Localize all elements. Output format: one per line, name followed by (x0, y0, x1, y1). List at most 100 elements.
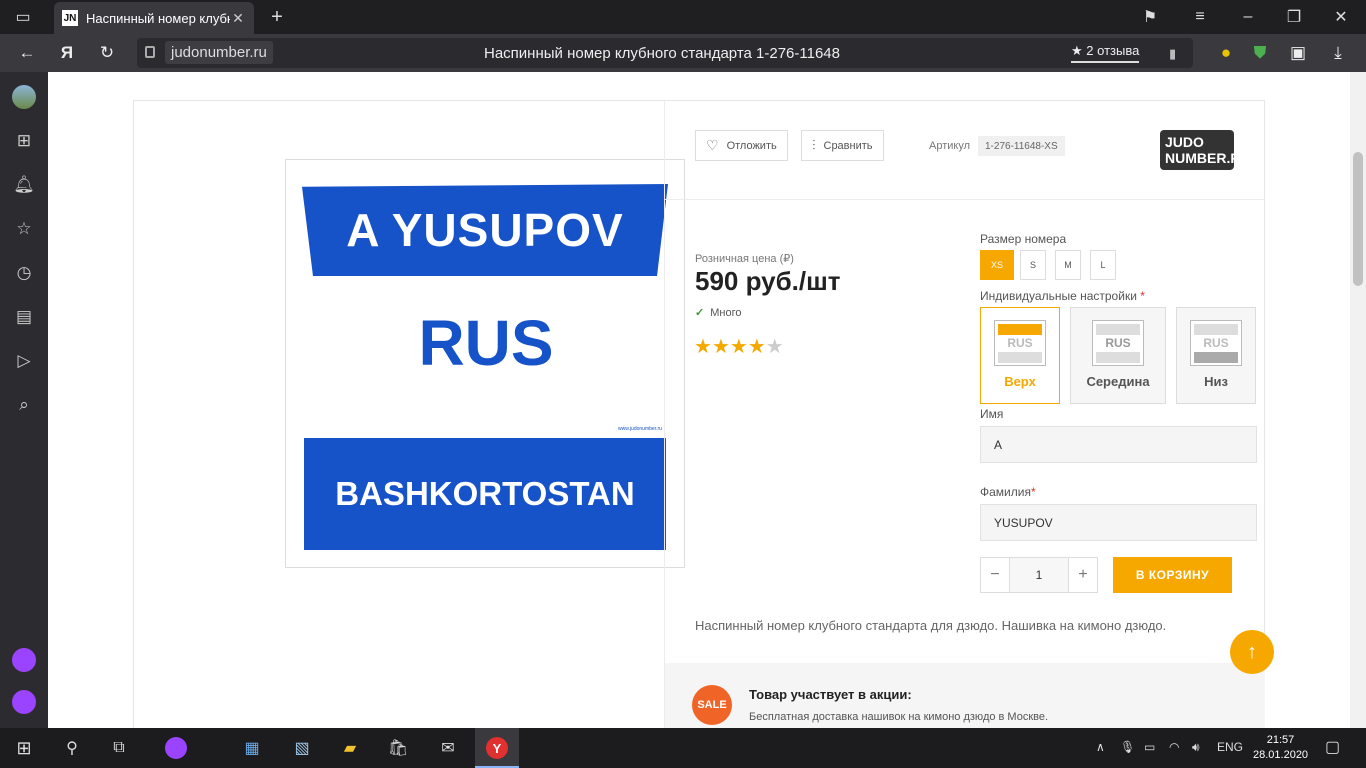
star-icon[interactable]: ★ (712, 336, 730, 358)
yandex-logo[interactable]: Я (56, 42, 78, 64)
profile-avatar[interactable] (12, 85, 36, 109)
price-label: Розничная цена (₽) (695, 253, 794, 265)
wishlist-label: Отложить (726, 139, 777, 152)
last-name-input[interactable]: YUSUPOV (980, 504, 1257, 541)
check-icon: ✓ (695, 307, 705, 319)
video-icon[interactable]: ▷ (12, 349, 36, 373)
stock-status: ✓ Много (695, 306, 741, 319)
quantity-stepper: − 1 + (980, 557, 1098, 593)
position-top-thumb: RUS (994, 320, 1046, 366)
sale-badge: SALE (692, 685, 732, 725)
clock-time: 21:57 (1266, 734, 1295, 746)
battery-icon[interactable]: ▭ (1144, 740, 1155, 754)
size-m-button[interactable]: M (1055, 250, 1081, 280)
wishlist-button[interactable]: ♡ Отложить (695, 130, 788, 161)
yandex-browser-icon[interactable]: Y (485, 736, 509, 760)
mail-icon[interactable]: ✉ (436, 736, 460, 760)
star-icon[interactable]: ★ (748, 336, 766, 358)
compare-button[interactable]: ⫶ Сравнить (801, 130, 884, 161)
alice-assistant-icon[interactable] (12, 690, 36, 714)
menu-icon[interactable]: ≡ (1189, 6, 1211, 28)
volume-icon[interactable]: 🔊︎ (1192, 740, 1200, 755)
notifications-icon[interactable]: 🔔︎ (12, 173, 36, 197)
notification-center-icon[interactable]: ▢ (1325, 737, 1340, 757)
size-xs-button[interactable]: XS (980, 250, 1014, 280)
windows-start-icon[interactable]: ⊞ (12, 736, 36, 760)
chevron-up-icon[interactable]: ∧ (1096, 740, 1105, 754)
size-s-button[interactable]: S (1020, 250, 1046, 280)
alice-taskbar-icon[interactable] (164, 736, 188, 760)
decrease-quantity-button[interactable]: − (981, 558, 1009, 592)
microphone-icon[interactable]: 🎙︎ (1120, 740, 1135, 754)
downloads-panel-icon[interactable]: ▣ (1287, 42, 1309, 64)
protect-icon[interactable]: ⛊ (1249, 42, 1271, 64)
site-logo[interactable]: JUDO NUMBER.RU (1160, 130, 1251, 170)
sku-label: Артикул (929, 140, 971, 152)
position-bottom-option[interactable]: RUS Низ (1176, 307, 1256, 404)
restore-icon[interactable]: ❐ (1283, 6, 1305, 28)
rating-stars[interactable]: ★★★★★ (694, 334, 784, 359)
position-bottom-label: Низ (1204, 374, 1228, 389)
scroll-to-top-button[interactable]: ↑ (1230, 630, 1274, 674)
reload-icon[interactable]: ↻ (96, 42, 118, 64)
history-icon[interactable]: ◷ (12, 261, 36, 285)
star-icon[interactable]: ★ (694, 336, 712, 358)
lock-icon[interactable] (145, 46, 155, 58)
url-domain[interactable]: judonumber.ru (165, 41, 273, 64)
address-bar-row: ← Я ↻ judonumber.ru Наспинный номер клуб… (0, 34, 1366, 72)
browser-sidebar: ⊞ 🔔︎ ☆ ◷ ▤ ▷ ⌕ (0, 72, 48, 728)
minimize-icon[interactable]: – (1237, 6, 1259, 28)
lens-search-icon[interactable]: ⌕ (12, 393, 36, 417)
address-page-title: Наспинный номер клубного стандарта 1-276… (484, 45, 840, 62)
size-label: Размер номера (980, 232, 1067, 246)
last-name-text: Фамилия (980, 485, 1031, 499)
browser-tab[interactable]: JN Наспинный номер клубн ✕ (54, 2, 254, 34)
star-icon[interactable]: ★ (730, 336, 748, 358)
performance-monitor-icon[interactable]: ▧ (290, 736, 314, 760)
quantity-input[interactable]: 1 (1009, 558, 1069, 592)
control-panel-icon[interactable]: ▦ (240, 736, 264, 760)
product-image[interactable]: A YUSUPOV RUS www.judonumber.ru BASHKORT… (285, 159, 685, 568)
plate-top-text: A YUSUPOV (302, 184, 668, 276)
position-middle-label: Середина (1086, 374, 1150, 389)
extension-icon[interactable]: ● (1215, 42, 1237, 64)
add-to-cart-button[interactable]: В КОРЗИНУ (1113, 557, 1232, 593)
search-icon[interactable]: ⚲ (60, 736, 84, 760)
tab-title: Наспинный номер клубн (86, 10, 230, 26)
services-icon[interactable]: ⊞ (12, 129, 36, 153)
back-icon[interactable]: ← (16, 42, 38, 64)
column-divider (664, 101, 665, 728)
size-l-button[interactable]: L (1090, 250, 1116, 280)
position-middle-option[interactable]: RUS Середина (1070, 307, 1166, 404)
position-top-option[interactable]: RUS Верх (980, 307, 1060, 404)
first-name-input[interactable]: А (980, 426, 1257, 463)
store-icon[interactable]: 🛍︎ (386, 736, 410, 760)
star-icon[interactable]: ★ (766, 336, 784, 358)
required-mark: * (1030, 485, 1036, 499)
position-top-label: Верх (1004, 374, 1036, 389)
download-icon[interactable]: ⤓ (1327, 42, 1349, 64)
system-clock[interactable]: 21:57 28.01.2020 (1253, 733, 1308, 763)
collections-icon[interactable]: ⚑ (1139, 6, 1161, 28)
sku-value: 1-276-11648-XS (978, 136, 1065, 156)
reviews-link[interactable]: ★ 2 отзыва (1071, 43, 1140, 63)
page-scrollbar[interactable] (1350, 72, 1366, 728)
tab-bar: ▭ JN Наспинный номер клубн ✕ + ⚑ ≡ – ❐ ✕ (0, 0, 1366, 34)
wifi-icon[interactable]: ◠ (1169, 740, 1179, 754)
plate-url-text: www.judonumber.ru (618, 426, 662, 432)
address-field[interactable]: judonumber.ru Наспинный номер клубного с… (137, 38, 1193, 68)
tab-list-icon[interactable]: ▭ (12, 6, 34, 28)
language-indicator[interactable]: ENG (1217, 740, 1243, 754)
task-view-icon[interactable]: ⧉ (107, 736, 131, 760)
notes-icon[interactable]: ▤ (12, 305, 36, 329)
close-window-icon[interactable]: ✕ (1330, 6, 1352, 28)
file-explorer-icon[interactable]: ▰ (338, 736, 362, 760)
stock-text: Много (710, 307, 742, 319)
scrollbar-thumb[interactable] (1353, 152, 1363, 286)
increase-quantity-button[interactable]: + (1069, 558, 1097, 592)
close-tab-icon[interactable]: ✕ (230, 10, 246, 27)
bookmark-icon[interactable]: ▮ (1169, 46, 1176, 62)
new-tab-icon[interactable]: + (266, 6, 288, 28)
favorites-icon[interactable]: ☆ (12, 217, 36, 241)
alice-icon[interactable] (12, 648, 36, 672)
